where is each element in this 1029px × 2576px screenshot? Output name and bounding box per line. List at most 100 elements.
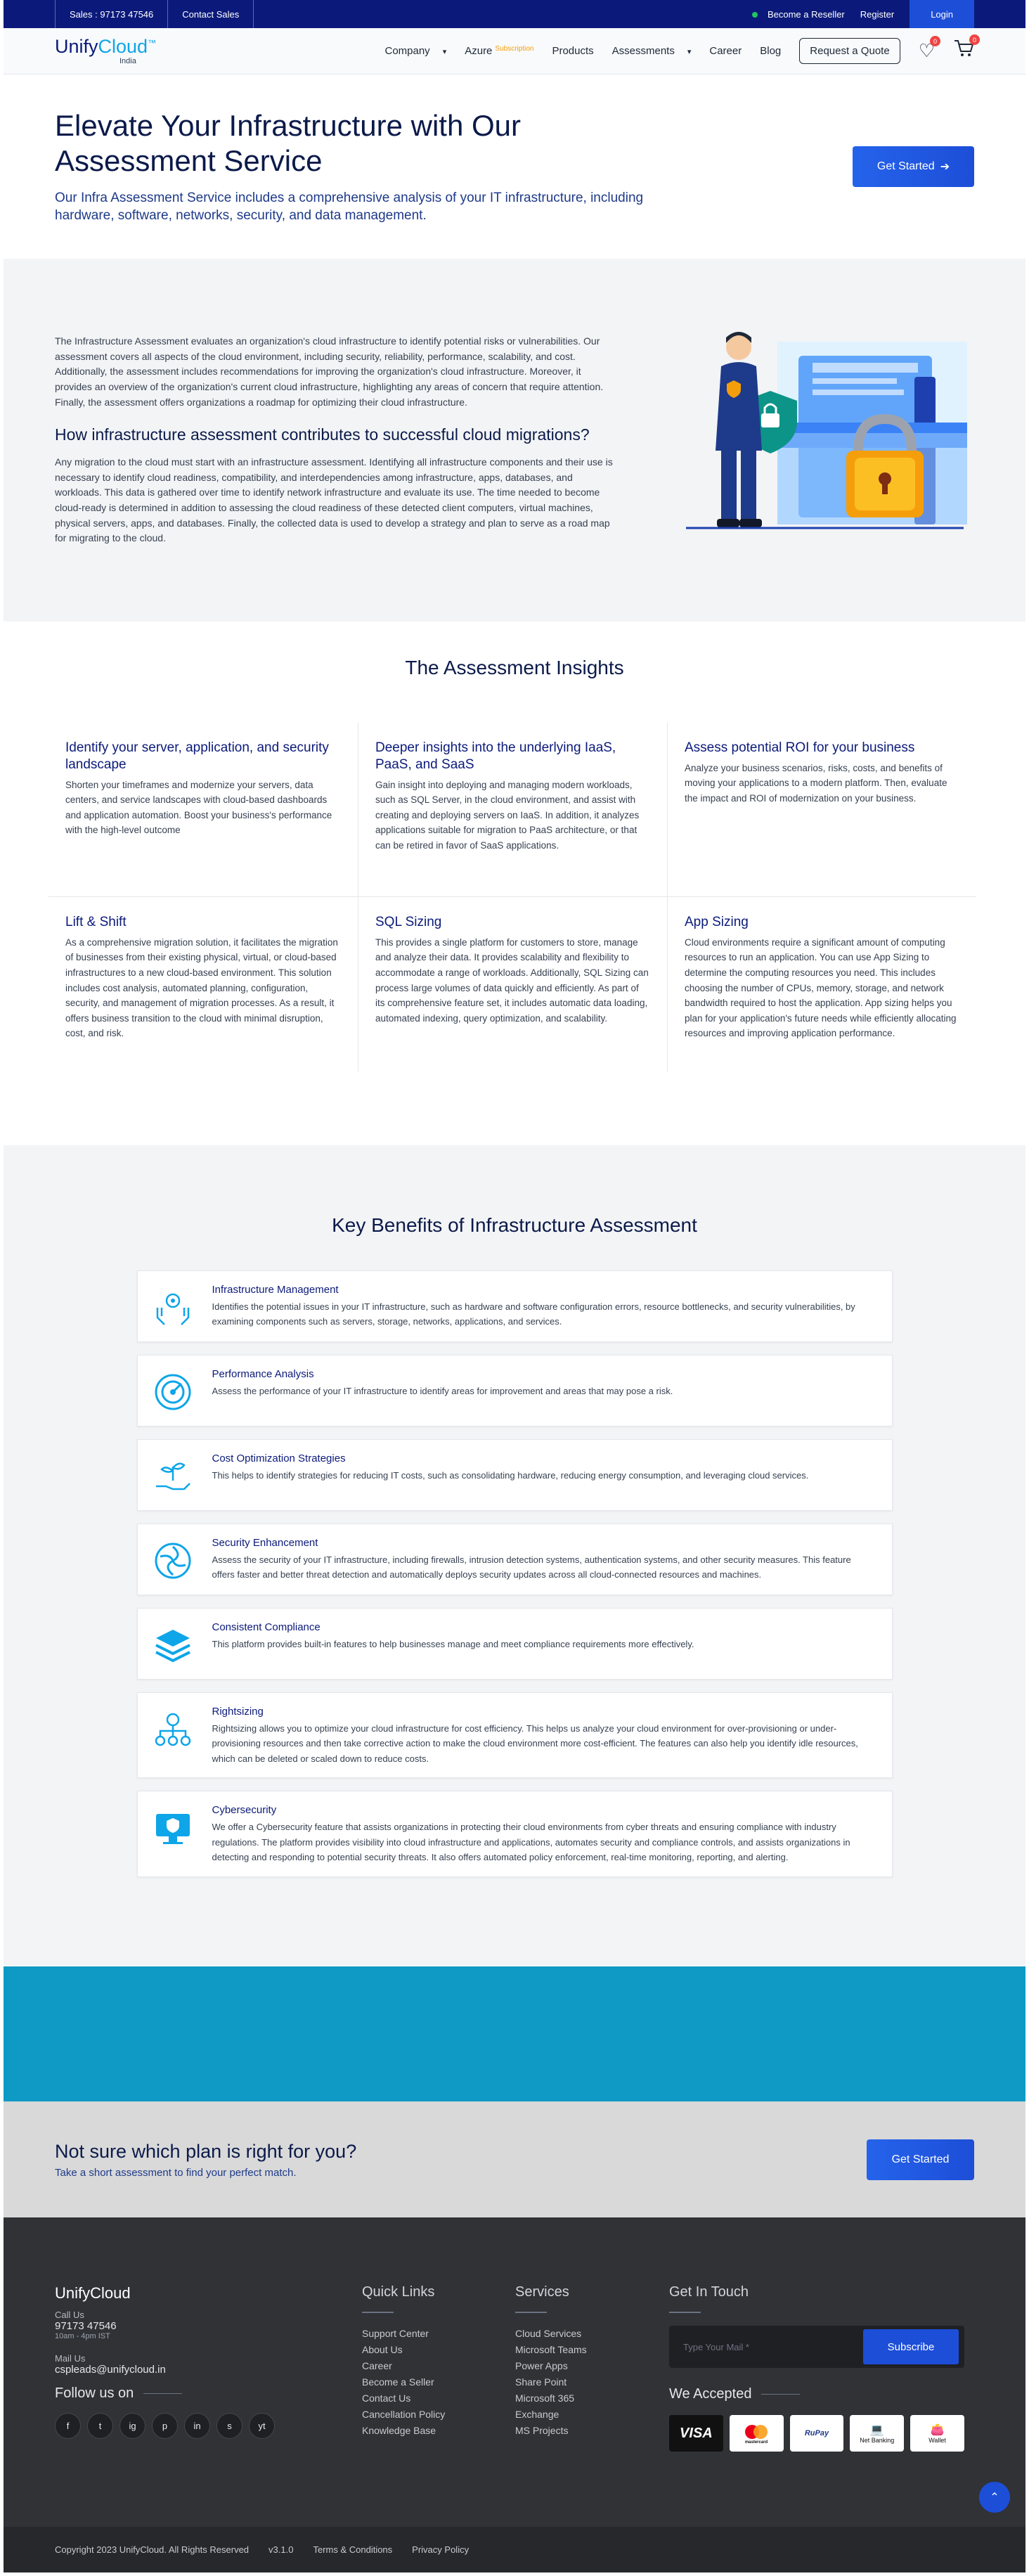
footer-link[interactable]: Cancellation Policy [362, 2407, 515, 2423]
benefit-card: Performance Analysis Assess the performan… [136, 1355, 893, 1427]
nav-products[interactable]: Products [552, 45, 593, 57]
service-link[interactable]: Share Point [515, 2374, 669, 2390]
footer-link[interactable]: Become a Seller [362, 2374, 515, 2390]
top-bar: Sales : 97173 47546 Contact Sales Become… [4, 0, 1025, 28]
overview-section: The Infrastructure Assessment evaluates … [4, 259, 1025, 622]
nav-assessments[interactable]: Assessments [612, 45, 692, 57]
net-banking-label: Net Banking [860, 2437, 895, 2444]
newsletter-form: Type Your Mail * Subscribe [669, 2326, 964, 2368]
laptop-icon: 💻 [869, 2424, 884, 2436]
footer-link[interactable]: About Us [362, 2342, 515, 2358]
service-link[interactable]: Power Apps [515, 2358, 669, 2374]
hero-cta-label: Get Started [876, 160, 935, 172]
insights-title: The Assessment Insights [405, 657, 624, 678]
insight-body: Gain insight into deploying and managing… [375, 779, 640, 851]
subscribe-button[interactable]: Subscribe [863, 2329, 959, 2364]
office-hours: 10am - 4pm IST [55, 2332, 110, 2340]
sales-phone[interactable]: Sales : 97173 47546 [55, 0, 169, 28]
contact-sales-link[interactable]: Contact Sales [168, 0, 254, 28]
instagram-icon[interactable]: ig [119, 2413, 145, 2439]
youtube-icon[interactable]: yt [249, 2413, 275, 2439]
twitter-icon[interactable]: t [87, 2413, 113, 2439]
linkedin-icon[interactable]: in [184, 2413, 210, 2439]
benefit-body: Assess the performance of your IT infras… [212, 1386, 673, 1396]
benefit-title: Security Enhancement [212, 1537, 318, 1549]
benefit-card: Rightsizing Rightsizing allows you to opt… [136, 1692, 893, 1779]
plant-hand-icon [150, 1454, 195, 1499]
benefit-card: Infrastructure Management Identifies the … [136, 1270, 893, 1342]
terms-link[interactable]: Terms & Conditions [313, 2544, 392, 2555]
newsletter-email-input[interactable]: Type Your Mail * [683, 2342, 749, 2352]
benefits-section: Key Benefits of Infrastructure Assessmen… [4, 1145, 1025, 1966]
wallet-glyph-icon: 👛 [930, 2424, 945, 2436]
cta-title: Not sure which plan is right for you? [55, 2140, 357, 2162]
footer-link[interactable]: Career [362, 2358, 515, 2374]
cart-button[interactable]: 0 [953, 34, 980, 63]
service-link[interactable]: MS Projects [515, 2423, 669, 2439]
svg-text:mastercard: mastercard [745, 2440, 768, 2444]
security-swirl-icon [150, 1538, 195, 1583]
hero-get-started-button[interactable]: Get Started ➔ [853, 146, 974, 187]
login-button[interactable]: Login [910, 0, 974, 28]
insight-body: As a comprehensive migration solution, i… [65, 936, 338, 1039]
insight-title: Lift & Shift [65, 915, 127, 929]
footer-phone[interactable]: 97173 47546 [55, 2320, 362, 2332]
benefit-card: Consistent Compliance This platform provi… [136, 1608, 893, 1680]
org-chart-icon [150, 1707, 195, 1752]
site-logo[interactable]: UnifyCloud™ India [55, 37, 156, 65]
copyright-text: Copyright 2023 UnifyCloud. All Rights Re… [55, 2544, 250, 2555]
facebook-icon[interactable]: f [55, 2413, 81, 2439]
wallet-label: Wallet [928, 2437, 946, 2444]
insight-body: This provides a single platform for cust… [375, 936, 649, 1024]
footer-link[interactable]: Support Center [362, 2326, 515, 2342]
benefit-body: Assess the security of your IT infrastru… [212, 1554, 851, 1580]
privacy-link[interactable]: Privacy Policy [412, 2544, 469, 2555]
nav-blog[interactable]: Blog [760, 45, 781, 57]
insight-card: Deeper insights into the underlying IaaS… [358, 723, 667, 897]
scroll-to-top-button[interactable]: ⌃ [979, 2482, 1010, 2513]
register-link[interactable]: Register [860, 9, 894, 20]
service-link[interactable]: Cloud Services [515, 2326, 669, 2342]
become-reseller-link[interactable]: Become a Reseller [751, 8, 845, 20]
hero-title: Elevate Your Infrastructure with Our Ass… [55, 108, 521, 178]
overview-heading: How infrastructure assessment contribute… [55, 425, 590, 444]
wishlist-count: 0 [930, 36, 940, 46]
call-label: Call Us [55, 2310, 84, 2320]
insight-body: Analyze your business scenarios, risks, … [685, 762, 947, 804]
settings-social-icon[interactable]: s [216, 2413, 242, 2439]
insight-body: Cloud environments require a significant… [685, 936, 957, 1039]
chevron-up-icon: ⌃ [990, 2492, 999, 2504]
benefit-body: This helps to identify strategies for re… [212, 1470, 809, 1481]
cta-section: Not sure which plan is right for you? Ta… [4, 2101, 1025, 2217]
security-illustration [672, 328, 974, 553]
visa-card-icon: VISA [669, 2415, 723, 2452]
nav-career[interactable]: Career [709, 45, 742, 57]
benefit-title: Cybersecurity [212, 1804, 277, 1817]
service-link[interactable]: Microsoft Teams [515, 2342, 669, 2358]
service-link[interactable]: Exchange [515, 2407, 669, 2423]
insight-card: Lift & Shift As a comprehensive migration… [48, 897, 358, 1071]
cta-get-started-button[interactable]: Get Started [867, 2139, 974, 2180]
insight-card: App Sizing Cloud environments require a s… [667, 897, 976, 1071]
overview-paragraph: The Infrastructure Assessment evaluates … [55, 335, 604, 408]
benefits-title: Key Benefits of Infrastructure Assessmen… [332, 1214, 697, 1236]
accepted-label: We Accepted [669, 2386, 752, 2402]
wallet-icon: 👛 Wallet [910, 2415, 964, 2452]
footer-link[interactable]: Contact Us [362, 2390, 515, 2407]
footer-email[interactable]: cspleads@unifycloud.in [55, 2364, 362, 2376]
insight-title: App Sizing [685, 915, 749, 929]
hands-gear-icon [150, 1285, 195, 1330]
nav-company[interactable]: Company [384, 45, 446, 57]
reseller-label: Become a Reseller [767, 8, 845, 20]
footer-link[interactable]: Knowledge Base [362, 2423, 515, 2439]
request-quote-button[interactable]: Request a Quote [799, 38, 900, 64]
benefit-title: Rightsizing [212, 1706, 264, 1718]
service-link[interactable]: Microsoft 365 [515, 2390, 669, 2407]
pinterest-icon[interactable]: p [152, 2413, 178, 2439]
nav-azure-label: Azure [465, 45, 493, 57]
nav-azure[interactable]: Azure Subscription [465, 45, 533, 57]
copyright-bar: Copyright 2023 UnifyCloud. All Rights Re… [4, 2527, 1025, 2572]
wishlist-button[interactable]: ♡ 0 [919, 36, 940, 62]
arrow-right-icon: ➔ [940, 161, 950, 173]
follow-divider [143, 2393, 183, 2394]
